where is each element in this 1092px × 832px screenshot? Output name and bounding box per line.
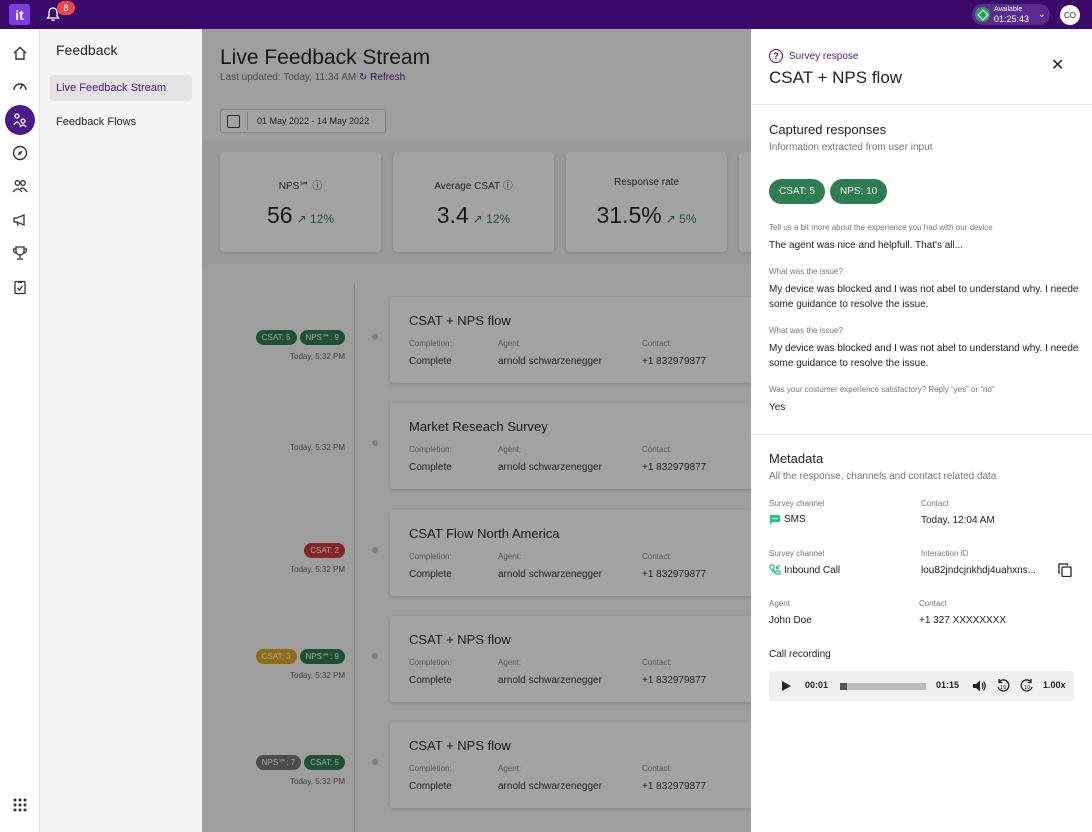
question-icon: ?	[769, 49, 783, 63]
question-text: Was your costumer experience satisfactor…	[769, 385, 995, 394]
captured-heading: Captured responses	[769, 122, 887, 137]
home-icon[interactable]	[10, 43, 30, 63]
agent-status-selector[interactable]: Available 01:25:43 ⌄	[972, 4, 1050, 25]
question-text: Tell us a bit more about the experience …	[769, 223, 993, 232]
user-avatar[interactable]: CO	[1060, 5, 1080, 25]
interaction-id-label: Interaction ID	[921, 549, 969, 558]
apps-grid-icon[interactable]	[10, 795, 30, 815]
answer-text: Yes	[769, 402, 786, 413]
metadata-heading: Metadata	[769, 451, 824, 466]
panel-kicker: Survey respose	[789, 50, 859, 62]
notification-badge: 8	[57, 1, 75, 15]
copy-icon[interactable]	[1058, 563, 1072, 577]
megaphone-icon[interactable]	[10, 210, 30, 230]
inbound-call-icon	[769, 564, 781, 575]
question-text: What was the issue?	[769, 267, 843, 276]
feedback-icon[interactable]	[5, 105, 35, 135]
answer-text: The agent was nice and helpfull. That's …	[769, 240, 964, 251]
current-time: 00:01	[805, 680, 829, 690]
top-bar: it 8 Available 01:25:43 ⌄ CO	[0, 0, 1092, 29]
modal-backdrop[interactable]	[202, 29, 751, 832]
sidebar-item-feedback-flows[interactable]: Feedback Flows	[50, 109, 192, 135]
sidebar-title: Feedback	[56, 42, 118, 58]
audio-progress-fill	[840, 683, 847, 690]
users-icon[interactable]	[10, 176, 30, 196]
question-text: What was the issue?	[769, 326, 843, 335]
answer-text: My device was blocked and I was not abel…	[769, 284, 1079, 310]
playback-speed[interactable]: 1.00x	[1043, 680, 1066, 690]
survey-response-panel: ? Survey respose CSAT + NPS flow ✕ Captur…	[751, 29, 1092, 832]
status-label: Available	[994, 6, 1023, 13]
survey-channel-value: SMS	[784, 514, 806, 525]
survey-channel-label: Survey channel	[769, 499, 825, 508]
call-recording-label: Call recording	[769, 649, 831, 660]
survey-channel-value: Inbound Call	[784, 564, 841, 576]
svg-text:10: 10	[1024, 685, 1030, 691]
audio-player: 00:01 01:15 10 10 1.00x	[769, 671, 1074, 701]
agent-label: Agent	[769, 599, 790, 608]
contact-label: Contact	[919, 599, 947, 608]
status-timer: 01:25:43	[994, 14, 1030, 24]
survey-channel-label: Survey channel	[769, 549, 825, 558]
contact-label: Contact	[921, 499, 949, 508]
svg-text:10: 10	[1000, 685, 1006, 691]
close-icon[interactable]: ✕	[1051, 55, 1064, 75]
panel-title: CSAT + NPS flow	[769, 68, 903, 87]
rewind-icon[interactable]: 10	[995, 678, 1011, 694]
contact-value: +1 327 XXXXXXXX	[919, 615, 1007, 626]
sidebar-item-live-feedback-stream[interactable]: Live Feedback Stream	[50, 75, 192, 101]
contact-value: Today, 12:04 AM	[921, 515, 995, 526]
volume-icon[interactable]	[971, 678, 987, 694]
trophy-icon[interactable]	[10, 243, 30, 263]
answer-text: My device was blocked and I was not abel…	[769, 343, 1079, 369]
duration: 01:15	[936, 680, 960, 690]
nps-score-chip: NPS: 10	[830, 179, 888, 204]
speedometer-icon[interactable]	[10, 76, 30, 96]
nav-rail	[0, 29, 40, 832]
play-icon[interactable]	[782, 681, 791, 691]
feedback-sidebar: Feedback Live Feedback Stream Feedback F…	[40, 29, 202, 832]
csat-score-chip: CSAT: 5	[769, 179, 825, 204]
available-status-icon	[975, 7, 990, 22]
app-logo[interactable]: it	[9, 4, 30, 25]
chevron-down-icon: ⌄	[1038, 9, 1046, 19]
metadata-subheading: All the response, channels and contact r…	[769, 471, 997, 482]
interaction-id-value: lou82jndcjnkhdj4uahxns...	[921, 565, 1037, 576]
sms-icon	[770, 515, 780, 525]
audio-progress-bar[interactable]	[840, 683, 926, 690]
clipboard-icon[interactable]	[10, 277, 30, 297]
captured-subheading: Information extracted from user input	[769, 142, 933, 153]
forward-icon[interactable]: 10	[1019, 678, 1035, 694]
agent-value: John Doe	[769, 615, 812, 626]
compass-icon[interactable]	[10, 143, 30, 163]
